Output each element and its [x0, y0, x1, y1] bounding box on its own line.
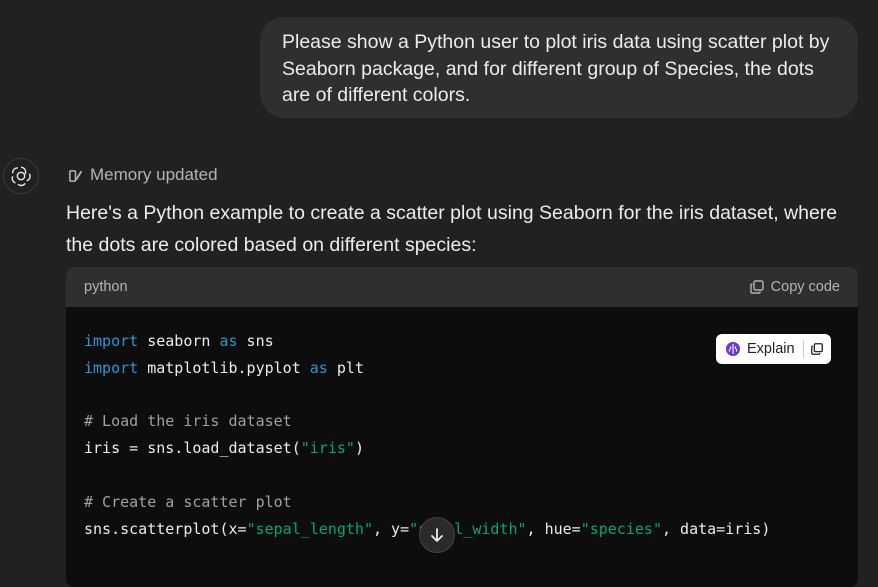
code-line-7: # Create a scatter plot: [84, 492, 292, 511]
openai-logo-icon: [11, 166, 31, 187]
copy-code-button[interactable]: Copy code: [749, 279, 840, 295]
explain-copy-button[interactable]: [804, 334, 831, 364]
copy-icon: [811, 343, 824, 355]
code-block: python Copy code import seaborn as sns im…: [66, 267, 858, 587]
assistant-avatar: [3, 158, 39, 194]
code-line-8: sns.scatterplot(x="sepal_length", y="sep…: [84, 519, 771, 538]
code-line-4: # Load the iris dataset: [84, 412, 292, 431]
memory-label: Memory updated: [90, 165, 218, 184]
copy-code-label: Copy code: [770, 279, 840, 295]
copy-icon: [749, 280, 764, 294]
code-header: python Copy code: [66, 267, 858, 307]
explain-label: Explain: [747, 341, 795, 357]
assistant-message: Here's a Python example to create a scat…: [66, 202, 838, 256]
code-language: python: [84, 279, 128, 295]
memory-icon: [69, 169, 83, 182]
user-message: Please show a Python user to plot iris d…: [260, 17, 858, 118]
explain-widget: Explain: [716, 334, 831, 364]
memory-updated[interactable]: Memory updated: [68, 164, 218, 186]
code-line-5: iris = sns.load_dataset("iris"): [84, 439, 364, 458]
brain-icon: [726, 342, 740, 356]
scroll-to-bottom-button[interactable]: [419, 517, 455, 553]
explain-button[interactable]: Explain: [716, 334, 803, 364]
arrow-down-icon: [431, 528, 443, 542]
